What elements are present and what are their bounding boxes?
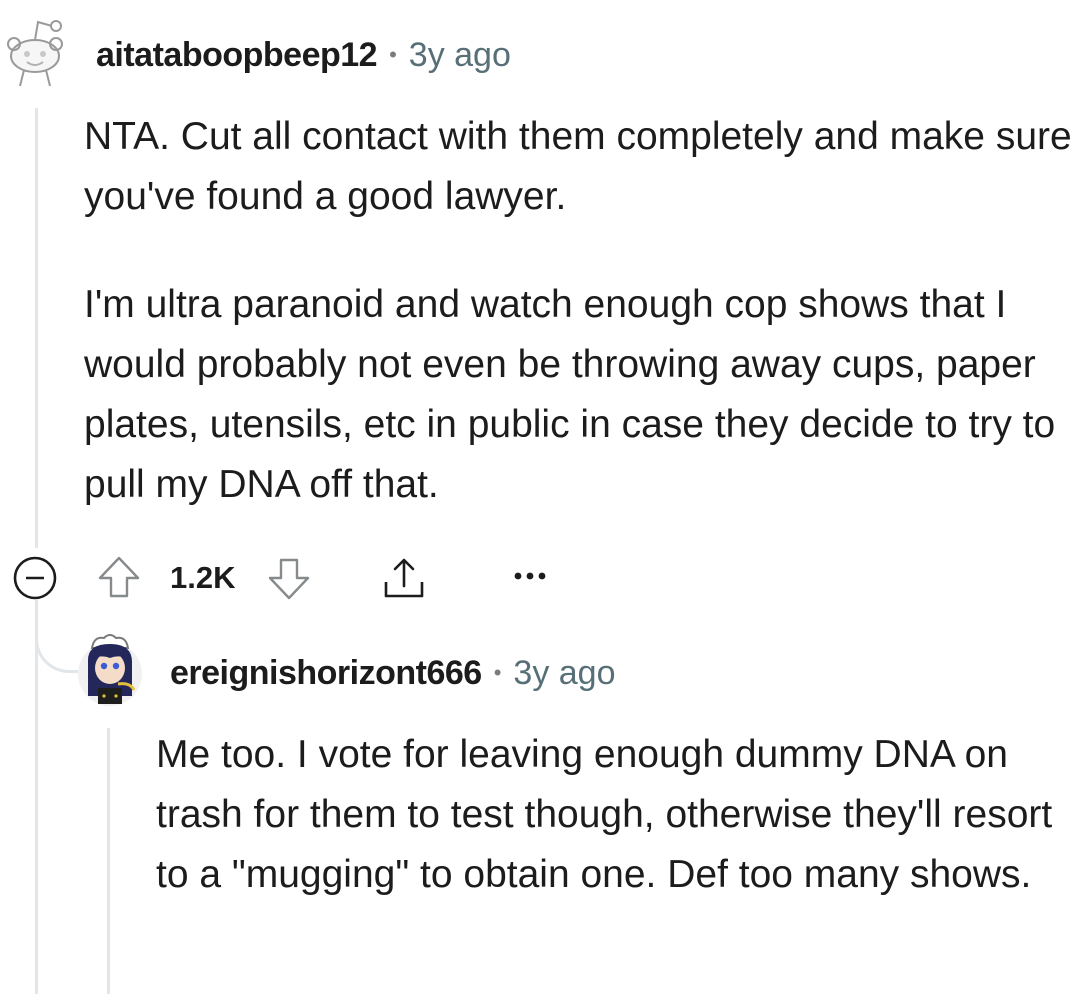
comment-meta: aitataboopbeep12 • 3y ago [96, 30, 511, 80]
meta-separator: • [389, 42, 397, 67]
reply-paragraph: Me too. I vote for leaving enough dummy … [156, 733, 1053, 896]
meta-separator: • [493, 660, 502, 685]
reply-author[interactable]: ereignishorizont666 [170, 654, 482, 693]
thread-line-main-lower [35, 600, 38, 994]
collapse-minus-icon[interactable] [12, 555, 58, 601]
snoo-icon [7, 20, 63, 87]
avatar-icon [78, 634, 142, 706]
comment-paragraph: NTA. Cut all contact with them completel… [84, 115, 1072, 218]
user-avatar[interactable] [74, 630, 144, 708]
share-icon[interactable] [380, 554, 428, 602]
comment-author[interactable]: aitataboopbeep12 [96, 36, 378, 75]
upvote-arrow-icon[interactable] [96, 554, 142, 600]
thread-line-main [35, 108, 38, 548]
more-dots-icon[interactable] [510, 564, 550, 588]
thread-connector [35, 600, 78, 673]
comment-time[interactable]: 3y ago [409, 36, 511, 75]
snoo-avatar[interactable] [2, 14, 68, 90]
reply-body: Me too. I vote for leaving enough dummy … [156, 725, 1072, 905]
reply-time[interactable]: 3y ago [513, 654, 615, 693]
reply-meta: ereignishorizont666 • 3y ago [170, 648, 616, 698]
comment-paragraph: I'm ultra paranoid and watch enough cop … [84, 283, 1056, 506]
vote-score: 1.2K [170, 560, 236, 595]
thread-line-reply [107, 728, 110, 994]
downvote-arrow-icon[interactable] [266, 556, 312, 602]
comment-body: NTA. Cut all contact with them completel… [84, 107, 1074, 515]
